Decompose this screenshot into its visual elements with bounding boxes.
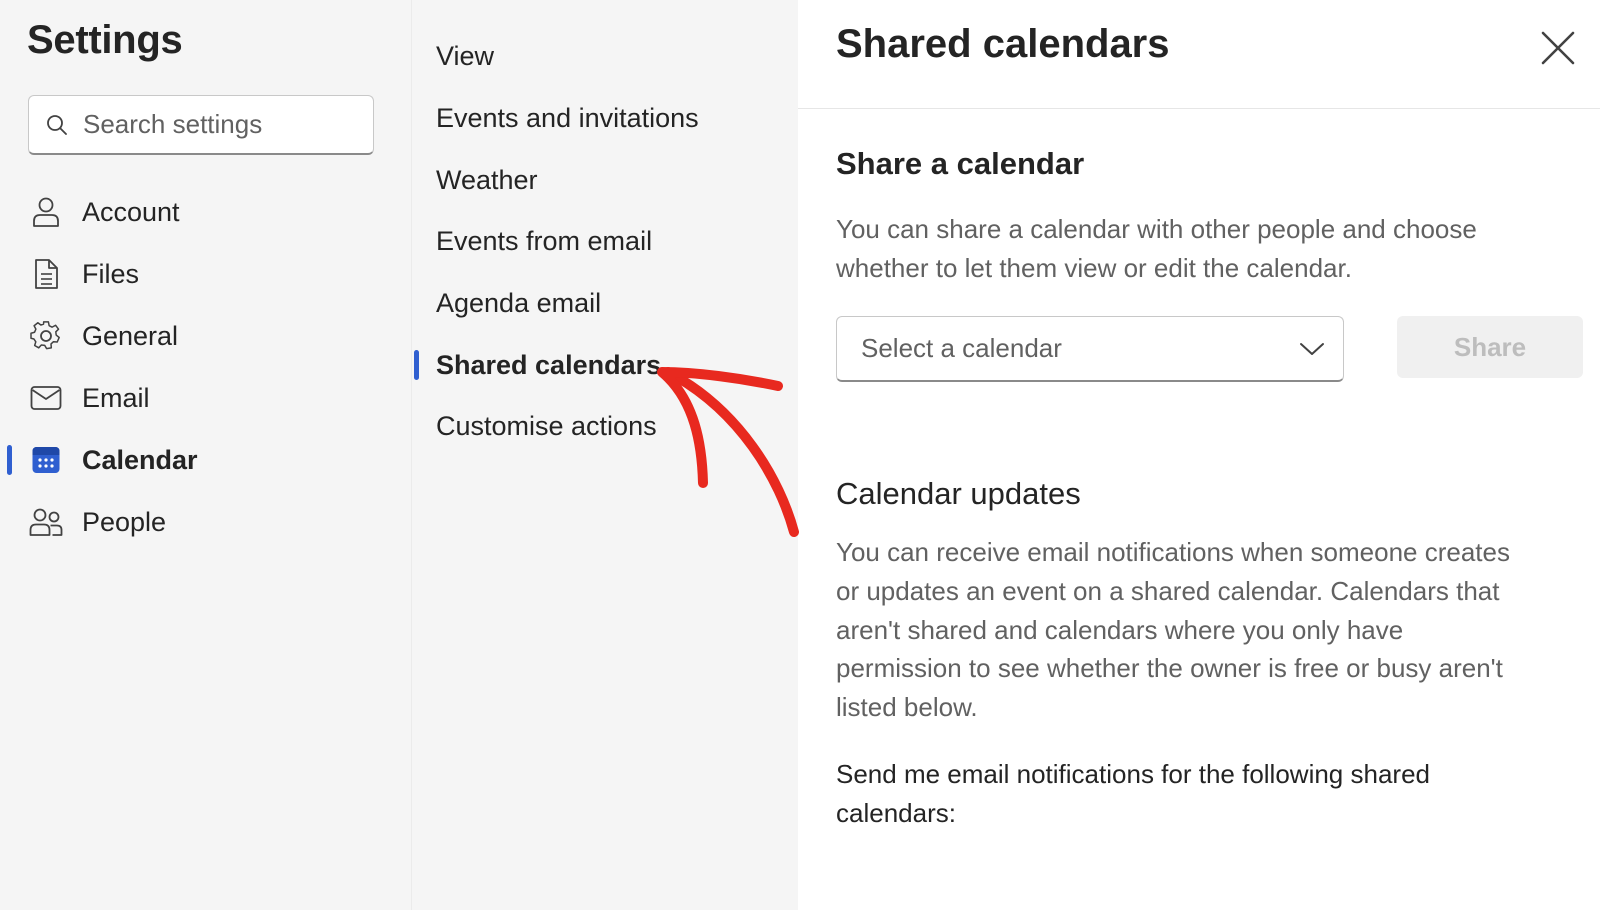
subnav-item-events-from-email[interactable]: Events from email bbox=[412, 211, 798, 273]
nav-item-calendar[interactable]: Calendar bbox=[0, 429, 412, 491]
nav-item-label: Account bbox=[82, 196, 180, 227]
nav-item-account[interactable]: Account bbox=[0, 181, 412, 243]
document-icon bbox=[29, 257, 63, 291]
panel-header: Shared calendars bbox=[798, 0, 1600, 109]
settings-window: Settings Account bbox=[0, 0, 1600, 910]
subnav-item-shared-calendars[interactable]: Shared calendars bbox=[412, 334, 798, 396]
search-box[interactable] bbox=[28, 95, 374, 155]
close-icon bbox=[1541, 31, 1575, 65]
share-calendar-description: You can share a calendar with other peop… bbox=[836, 214, 1477, 283]
settings-sidebar: Settings Account bbox=[0, 0, 412, 910]
calendar-updates-description: You can receive email notifications when… bbox=[836, 537, 1510, 723]
shared-calendars-panel: Shared calendars Share a calendar You ca… bbox=[798, 0, 1600, 910]
nav-item-email[interactable]: Email bbox=[0, 367, 412, 429]
nav-item-people[interactable]: People bbox=[0, 491, 412, 553]
nav-item-general[interactable]: General bbox=[0, 305, 412, 367]
settings-nav: Account Files General Email Calendar Peo… bbox=[0, 181, 412, 553]
subnav-list: View Events and invitations Weather Even… bbox=[412, 26, 798, 458]
calendar-updates-heading: Calendar updates bbox=[836, 476, 1081, 511]
close-button[interactable] bbox=[1534, 24, 1582, 72]
nav-item-label: Files bbox=[82, 258, 140, 289]
search-input[interactable] bbox=[81, 108, 365, 141]
panel-title: Shared calendars bbox=[836, 22, 1170, 66]
calendar-select[interactable]: Select a calendar bbox=[836, 316, 1344, 382]
search-icon bbox=[47, 114, 67, 135]
subnav-item-customise-actions[interactable]: Customise actions bbox=[412, 396, 798, 458]
settings-title: Settings bbox=[27, 18, 183, 62]
nav-item-files[interactable]: Files bbox=[0, 243, 412, 305]
people-icon bbox=[29, 505, 63, 539]
nav-item-label: Calendar bbox=[82, 444, 198, 475]
share-button[interactable]: Share bbox=[1397, 316, 1583, 378]
nav-item-label: Email bbox=[82, 382, 150, 413]
gear-icon bbox=[29, 319, 63, 353]
calendar-settings-subnav: View Events and invitations Weather Even… bbox=[412, 0, 798, 910]
nav-item-label: General bbox=[82, 320, 179, 351]
subnav-item-agenda-email[interactable]: Agenda email bbox=[412, 273, 798, 335]
chevron-down-icon bbox=[1300, 342, 1324, 355]
calendar-icon bbox=[29, 443, 63, 477]
envelope-icon bbox=[29, 381, 63, 415]
subnav-item-weather[interactable]: Weather bbox=[412, 149, 798, 211]
person-icon bbox=[29, 195, 63, 229]
subnav-item-view[interactable]: View bbox=[412, 26, 798, 88]
notifications-text: Send me email notifications for the foll… bbox=[836, 759, 1430, 828]
subnav-item-events-and-invitations[interactable]: Events and invitations bbox=[412, 88, 798, 150]
calendar-select-value: Select a calendar bbox=[861, 333, 1062, 363]
share-calendar-heading: Share a calendar bbox=[836, 146, 1085, 181]
nav-item-label: People bbox=[82, 506, 167, 537]
